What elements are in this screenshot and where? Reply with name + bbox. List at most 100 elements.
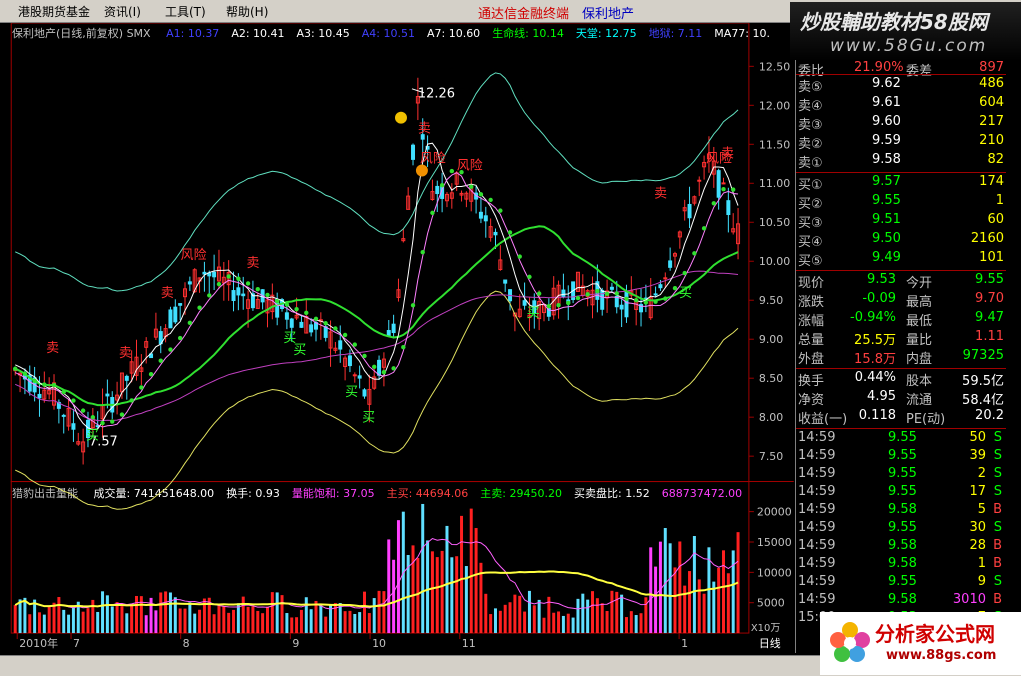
volume-bar: [605, 610, 609, 634]
candle-body: [493, 231, 498, 236]
tick-volume: 50: [969, 430, 986, 445]
tick-price: 9.58: [888, 592, 917, 607]
volume-bar: [285, 613, 289, 634]
tick-side: B: [993, 592, 1002, 607]
volume-bar: [217, 604, 221, 634]
volume-bar: [62, 609, 66, 634]
volume-bar: [86, 608, 90, 634]
volume-bar: [658, 541, 662, 634]
ma-dot: [362, 353, 367, 359]
watermark-58gu-title: 炒股輔助教材58股网: [800, 10, 988, 34]
bid-price: 9.50: [872, 231, 901, 246]
volume-bar: [571, 617, 575, 634]
smiley-marker-icon: [415, 164, 428, 177]
tick-row: 14:59 9.55 2 S: [796, 466, 1006, 484]
candle-body: [653, 293, 658, 296]
volume-bar: [639, 613, 643, 634]
ma-dot: [604, 291, 610, 297]
stock-chart[interactable]: 12.50 12.00 11.50 11.00 10.50 10.00 9.50 9.00 8.…: [0, 23, 795, 653]
price-axis-label: 10.50: [759, 216, 790, 229]
candle-body: [522, 300, 527, 306]
bid-label: 买②: [798, 197, 823, 212]
bid-price: 9.49: [872, 250, 901, 265]
sell-signal-label: 卖: [418, 122, 431, 137]
volume-bar: [52, 602, 56, 634]
menu-item-help[interactable]: 帮助(H): [226, 3, 268, 20]
fund-label: 净资: [798, 393, 825, 408]
ma-dot: [187, 320, 193, 326]
candle-body: [212, 271, 217, 278]
tick-time: 14:59: [798, 592, 836, 607]
volume-bar: [697, 579, 701, 634]
ma-dot: [333, 326, 338, 331]
tick-price: 9.55: [888, 448, 917, 463]
ask-volume: 486: [979, 76, 1004, 91]
volume-bar: [663, 528, 667, 634]
promo-link-terminal[interactable]: 通达信金融终端: [478, 3, 569, 22]
ma-dot: [624, 296, 629, 302]
menu-item-info[interactable]: 资讯(I): [104, 3, 141, 20]
ma-dot: [119, 412, 125, 417]
volume-bar: [387, 539, 391, 634]
ma-dot: [13, 366, 18, 371]
volume-bar: [338, 603, 342, 634]
volume-bar: [634, 615, 638, 634]
watermark-88gs-url: www.88gs.com: [886, 648, 997, 663]
volume-bar: [91, 599, 95, 634]
stat-label: 最高: [906, 295, 933, 310]
volume-bar: [299, 609, 303, 634]
volume-bar: [358, 612, 362, 634]
order-ratio-value: 21.90%: [854, 60, 904, 75]
volume-bar: [178, 608, 182, 634]
watermark-88gs: 分析家公式网 www.88gs.com: [820, 612, 1021, 675]
menu-item-tools[interactable]: 工具(T): [165, 3, 206, 20]
ma-dot: [633, 298, 639, 303]
candle-body: [309, 324, 314, 333]
volume-bar: [110, 606, 114, 634]
ma-dot: [430, 210, 435, 216]
ma-dot: [80, 408, 86, 413]
fund-value: 20.2: [975, 408, 1004, 423]
price-axis-label: 11.50: [759, 138, 790, 151]
volume-bar: [426, 540, 430, 634]
ma-dot: [274, 299, 280, 304]
tick-volume: 3010: [952, 592, 986, 607]
volume-bar: [309, 609, 313, 634]
volume-bar: [416, 557, 420, 634]
volume-bar: [227, 612, 231, 634]
volume-bar: [304, 597, 308, 634]
ma-dot: [90, 415, 96, 420]
tick-time: 14:59: [798, 502, 836, 517]
ma-dot: [701, 226, 707, 231]
menu-item-hk-futures[interactable]: 港股期货基金: [18, 3, 90, 20]
time-axis-label: 2010年: [19, 636, 58, 650]
ask-label: 卖④: [798, 99, 823, 114]
volume-bar: [576, 598, 580, 634]
stat-row: 涨幅 -0.94% 最低 9.47: [796, 310, 1006, 329]
tick-volume: 30: [969, 520, 986, 535]
volume-bar: [498, 610, 502, 634]
tick-row: 14:59 9.55 39 S: [796, 448, 1006, 466]
volume-bar: [154, 610, 158, 634]
bid-volume: 174: [979, 174, 1004, 189]
volume-bar: [319, 604, 323, 634]
promo-link-stock[interactable]: 保利地产: [582, 3, 634, 22]
tick-volume: 2: [977, 466, 986, 481]
ma-dot: [216, 281, 222, 287]
sell-signal-label: 卖: [654, 186, 667, 201]
volume-axis-label: 20000: [757, 506, 792, 519]
volume-bar: [649, 547, 653, 634]
tick-side: S: [993, 466, 1002, 481]
candlestick-group: [13, 77, 741, 465]
ma-dot: [226, 274, 231, 279]
ma-dot: [614, 291, 619, 296]
tick-time: 14:59: [798, 484, 836, 499]
ma-dot: [352, 342, 357, 347]
tick-side: B: [993, 502, 1002, 517]
volume-bar: [620, 594, 624, 634]
stat-label: 今开: [906, 276, 933, 291]
candle-body: [178, 303, 183, 306]
volume-bar: [120, 606, 124, 634]
ma-dot: [498, 208, 503, 213]
tick-price: 9.55: [888, 574, 917, 589]
